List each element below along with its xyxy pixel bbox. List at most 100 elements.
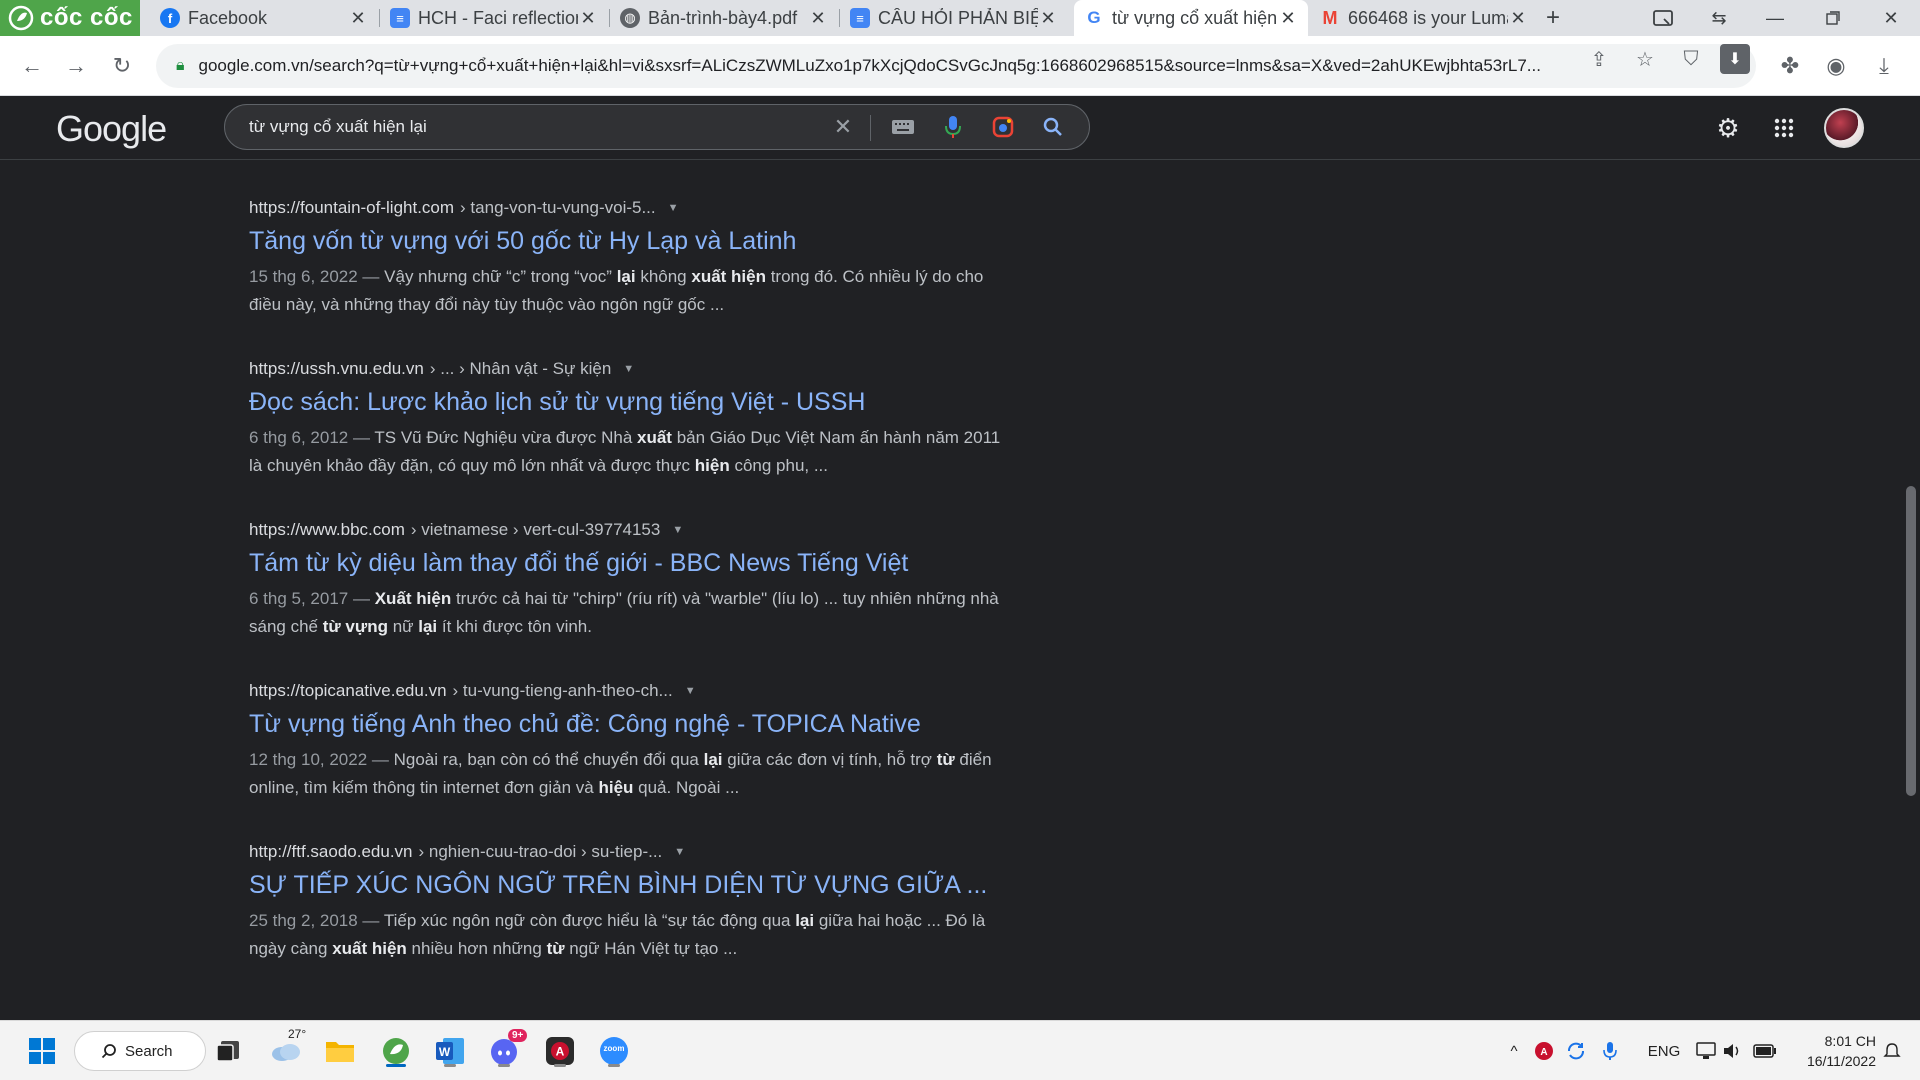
tab-title: Facebook <box>188 7 268 28</box>
active-app-indicator <box>386 1064 406 1067</box>
minimize-icon[interactable]: — <box>1752 0 1798 36</box>
notifications-icon[interactable] <box>1880 1037 1904 1065</box>
weather-temperature: 27° <box>288 1027 307 1041</box>
close-tab-icon[interactable]: ✕ <box>1278 8 1298 28</box>
task-view-icon[interactable] <box>208 1033 248 1069</box>
shield-icon[interactable]: ⛉ <box>1676 44 1706 74</box>
google-logo[interactable]: Google <box>56 108 167 150</box>
network-icon[interactable] <box>1694 1037 1718 1065</box>
voice-search-icon[interactable] <box>939 113 967 141</box>
result-domain: https://ussh.vnu.edu.vn <box>249 359 424 378</box>
result-date: 15 thg 6, 2022 — <box>249 267 380 286</box>
result-cite[interactable]: https://fountain-of-light.com › tang-von… <box>249 196 1009 220</box>
discord-icon[interactable]: 9+ <box>484 1029 528 1069</box>
download-page-icon[interactable]: ⬇ <box>1720 44 1750 74</box>
lens-icon[interactable] <box>989 113 1017 141</box>
zoom-icon[interactable]: zoom <box>594 1033 634 1069</box>
more-options-icon[interactable]: ▼ <box>672 524 683 536</box>
reload-icon[interactable]: ↻ <box>106 50 138 82</box>
screenshot-icon[interactable] <box>1640 0 1686 36</box>
result-path: › vietnamese › vert-cul-39774153 <box>410 520 661 539</box>
search-input[interactable] <box>249 105 829 149</box>
search-box[interactable]: ✕ <box>224 104 1090 150</box>
result-title-link[interactable]: SỰ TIẾP XÚC NGÔN NGỮ TRÊN BÌNH DIỆN TỪ V… <box>249 871 1009 905</box>
result-path: › ... › Nhân vật - Sự kiện <box>429 359 612 378</box>
coccoc-logo[interactable]: cốc cốc <box>0 0 140 36</box>
tab-cau-hoi[interactable]: ≡ CÂU HỎI PHẢN BIỆN ✕ <box>840 0 1068 36</box>
browser-logo-text: cốc cốc <box>40 4 133 31</box>
clock-date: 16/11/2022 <box>1806 1053 1876 1069</box>
omnibox[interactable]: 🔒︎ google.com.vn/search?q=từ+vựng+cổ+xuấ… <box>156 44 1756 88</box>
forward-icon[interactable]: → <box>60 50 92 82</box>
tab-pdf[interactable]: ◍ Bản-trình-bày4.pdf ✕ <box>610 0 838 36</box>
more-options-icon[interactable]: ▼ <box>685 685 696 697</box>
result-title-link[interactable]: Tăng vốn từ vựng với 50 gốc từ Hy Lạp và… <box>249 227 1009 261</box>
result-cite[interactable]: https://topicanative.edu.vn › tu-vung-ti… <box>249 679 1009 703</box>
maximize-icon[interactable] <box>1810 0 1856 36</box>
show-hidden-icons-chevron-icon[interactable]: ^ <box>1502 1037 1526 1065</box>
word-icon[interactable]: W <box>430 1033 470 1069</box>
system-clock[interactable]: 8:01 CH 16/11/2022 <box>1786 1031 1876 1071</box>
settings-gear-icon[interactable]: ⚙ <box>1712 112 1744 144</box>
taskbar-search-label: Search <box>125 1042 173 1060</box>
taskbar: Search 27° W 9+ A zoom ^ A ENG 8:01 CH 1… <box>0 1020 1920 1080</box>
close-tab-icon[interactable]: ✕ <box>578 8 598 28</box>
search-result: https://ussh.vnu.edu.vn › ... › Nhân vật… <box>249 357 1009 518</box>
close-tab-icon[interactable]: ✕ <box>1508 8 1528 28</box>
search-result: https://topicanative.edu.vn › tu-vung-ti… <box>249 679 1009 840</box>
apps-grid-icon[interactable] <box>1768 112 1800 144</box>
result-title-link[interactable]: Tám từ kỳ diệu làm thay đổi thế giới - B… <box>249 549 1009 583</box>
tab-hch-faci[interactable]: ≡ HCH - Faci reflection ✕ <box>380 0 608 36</box>
extensions-icon[interactable]: ✤ <box>1774 50 1806 82</box>
authenticator-tray-icon[interactable]: A <box>1532 1037 1556 1065</box>
tab-title: từ vựng cổ xuất hiện <box>1112 7 1278 28</box>
more-options-icon[interactable]: ▼ <box>668 202 679 214</box>
tab-strip: cốc cốc f Facebook ✕ ≡ HCH - Faci reflec… <box>0 0 1920 36</box>
scrollbar-thumb[interactable] <box>1906 486 1916 796</box>
input-language-indicator[interactable]: ENG <box>1644 1037 1684 1065</box>
avatar[interactable] <box>1824 108 1864 148</box>
more-options-icon[interactable]: ▼ <box>674 846 685 858</box>
profile-icon[interactable]: ◉ <box>1820 50 1852 82</box>
close-tab-icon[interactable]: ✕ <box>348 8 368 28</box>
share-icon[interactable]: ⇪ <box>1584 44 1614 74</box>
close-tab-icon[interactable]: ✕ <box>808 8 828 28</box>
volume-icon[interactable] <box>1720 1037 1744 1065</box>
result-title-link[interactable]: Đọc sách: Lược khảo lịch sử từ vựng tiến… <box>249 388 1009 422</box>
microphone-icon[interactable] <box>1598 1037 1622 1065</box>
result-domain: https://fountain-of-light.com <box>249 198 455 217</box>
new-tab-icon[interactable]: + <box>1530 0 1576 36</box>
bookmark-star-icon[interactable]: ☆ <box>1630 44 1660 74</box>
gmail-icon: M <box>1322 7 1338 28</box>
windows-start-icon[interactable] <box>22 1033 62 1069</box>
tab-gmail[interactable]: M 666468 is your Luma ✕ <box>1310 0 1538 36</box>
clock-time: 8:01 CH <box>1824 1033 1876 1049</box>
weather-widget[interactable]: 27° <box>266 1027 306 1069</box>
downloads-icon[interactable]: ⤓ <box>1868 50 1900 82</box>
file-explorer-icon[interactable] <box>320 1033 360 1069</box>
tab-facebook[interactable]: f Facebook ✕ <box>150 0 378 36</box>
tab-google-search[interactable]: G từ vựng cổ xuất hiện ✕ <box>1074 0 1308 36</box>
url-text[interactable]: google.com.vn/search?q=từ+vựng+cổ+xuất+h… <box>199 56 1599 76</box>
docs-icon: ≡ <box>390 8 410 28</box>
back-icon[interactable]: ← <box>16 50 48 82</box>
search-icon <box>101 1044 116 1059</box>
taskbar-search-button[interactable]: Search <box>74 1031 206 1071</box>
more-options-icon[interactable]: ▼ <box>623 363 634 375</box>
authenticator-app-icon[interactable]: A <box>540 1033 580 1069</box>
close-window-icon[interactable]: ✕ <box>1868 0 1914 36</box>
clear-search-icon[interactable]: ✕ <box>829 113 857 141</box>
keyboard-icon[interactable] <box>889 113 917 141</box>
sync-icon[interactable] <box>1564 1037 1588 1065</box>
coccoc-taskbar-icon[interactable] <box>376 1033 416 1069</box>
result-title-link[interactable]: Từ vựng tiếng Anh theo chủ đề: Công nghệ… <box>249 710 1009 744</box>
result-cite[interactable]: http://ftf.saodo.edu.vn › nghien-cuu-tra… <box>249 840 1009 864</box>
close-tab-icon[interactable]: ✕ <box>1038 8 1058 28</box>
battery-icon[interactable] <box>1752 1037 1778 1065</box>
lock-icon: 🔒︎ <box>176 57 185 74</box>
search-icon[interactable] <box>1039 113 1067 141</box>
result-cite[interactable]: https://www.bbc.com › vietnamese › vert-… <box>249 518 1009 542</box>
result-cite[interactable]: https://ussh.vnu.edu.vn › ... › Nhân vật… <box>249 357 1009 381</box>
result-snippet: 12 thg 10, 2022 — Ngoài ra, bạn còn có t… <box>249 746 1009 802</box>
tab-search-icon[interactable]: ⇆ <box>1696 0 1742 36</box>
